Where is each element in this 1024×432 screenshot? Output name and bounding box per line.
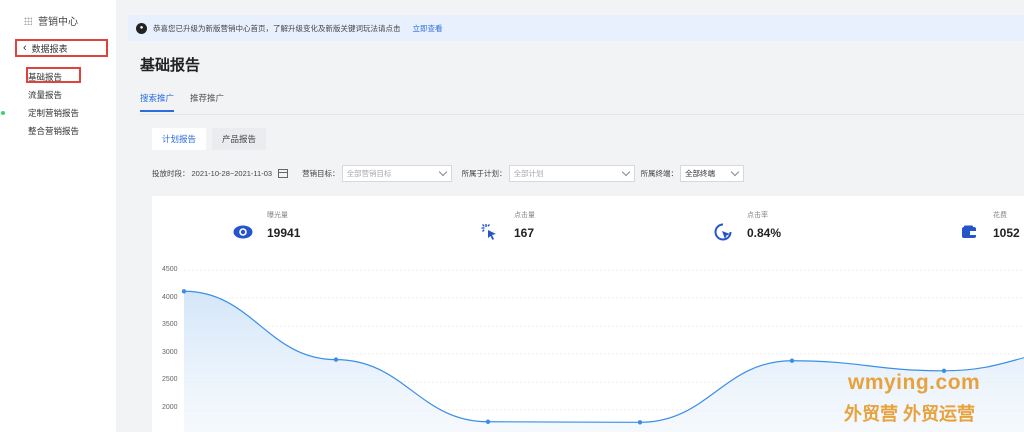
chevron-left-icon: ‹: [23, 42, 27, 54]
sidebar-header[interactable]: 营销中心: [24, 13, 78, 28]
filter-bar: 投放时段： 2021-10-28~2021-11-03 营销目标： 全部营销目标…: [152, 165, 750, 182]
date-range-value[interactable]: 2021-10-28~2021-11-03: [192, 169, 273, 178]
metric-value: 1052: [993, 226, 1020, 240]
metric-label: 点击率: [747, 212, 768, 219]
eye-icon: [233, 222, 253, 242]
y-tick-label: 3000: [162, 349, 178, 356]
tab-search-promotion[interactable]: 搜索推广: [140, 92, 175, 112]
plan-select[interactable]: 全部计划: [508, 165, 635, 182]
tab-recommend-promotion[interactable]: 推荐推广: [190, 92, 224, 112]
watermark-slogan: 外贸营 外贸运营: [844, 404, 976, 424]
metric-impressions: 曝光量 19941: [233, 210, 300, 242]
goal-select-value: 全部营销目标: [346, 169, 392, 178]
pointer-circle-icon: [713, 222, 733, 242]
report-subtabs: 计划报告 产品报告: [152, 128, 267, 150]
metric-label: 点击量: [514, 212, 535, 219]
y-tick-label: 2000: [162, 404, 178, 411]
sidebar-menu: 基础报告 流量报告 定制营销报告 整合营销报告: [28, 68, 79, 140]
notice-link[interactable]: 立即查看: [413, 23, 443, 34]
back-label: 数据报表: [31, 43, 68, 54]
upgrade-notice: ● 恭喜您已升级为新版营销中心首页，了解升级变化及新版关键词玩法请点击 立即查看: [128, 15, 1024, 41]
plan-label: 所属于计划：: [461, 169, 507, 178]
device-select[interactable]: 全部终端: [680, 165, 745, 182]
watermark-domain: wmying.com: [848, 371, 981, 394]
y-tick-label: 4000: [162, 294, 178, 301]
sidebar-item-custom-report[interactable]: 定制营销报告: [28, 104, 79, 122]
metric-value: 0.84%: [747, 226, 782, 240]
date-label: 投放时段：: [152, 169, 190, 178]
metric-cost: 花费 1052: [959, 210, 1020, 242]
y-tick-label: 4500: [162, 266, 178, 273]
calendar-icon[interactable]: [278, 169, 289, 178]
chevron-down-icon: [621, 167, 630, 177]
back-button[interactable]: ‹ 数据报表: [15, 39, 108, 57]
metric-ctr: 点击率 0.84%: [713, 210, 781, 242]
metric-clicks: 点击量 167: [480, 210, 535, 242]
status-dot: [1, 111, 5, 115]
metric-label: 花费: [993, 212, 1007, 219]
bell-icon: ●: [136, 22, 147, 34]
grid-icon: [24, 16, 32, 25]
tabs-divider: [140, 114, 1024, 115]
page-title: 基础报告: [140, 57, 201, 74]
sidebar-header-label: 营销中心: [38, 17, 78, 28]
goal-select[interactable]: 全部营销目标: [341, 165, 452, 182]
y-tick-label: 2500: [162, 376, 178, 383]
cursor-click-icon: [480, 222, 500, 242]
sidebar: [12, 0, 116, 432]
left-edge: [0, 0, 12, 432]
wallet-icon: [959, 222, 979, 242]
goal-label: 营销目标：: [302, 169, 340, 178]
metric-value: 19941: [267, 226, 301, 240]
subtab-product-report[interactable]: 产品报告: [212, 128, 267, 150]
chevron-down-icon: [438, 167, 447, 177]
metric-label: 曝光量: [267, 212, 288, 219]
sidebar-item-basic-report[interactable]: 基础报告: [28, 68, 79, 86]
y-tick-label: 3500: [162, 321, 178, 328]
notice-text: 恭喜您已升级为新版营销中心首页，了解升级变化及新版关键词玩法请点击: [153, 23, 401, 33]
sidebar-item-traffic-report[interactable]: 流量报告: [28, 86, 79, 104]
chevron-down-icon: [730, 167, 740, 177]
device-label: 所属终端：: [640, 169, 679, 178]
plan-select-value: 全部计划: [513, 169, 544, 178]
device-select-value: 全部终端: [685, 169, 716, 178]
report-tabs: 搜索推广 推荐推广: [140, 92, 224, 112]
subtab-plan-report[interactable]: 计划报告: [152, 128, 207, 150]
sidebar-item-integrated-report[interactable]: 整合营销报告: [28, 122, 79, 140]
metric-value: 167: [514, 226, 535, 240]
